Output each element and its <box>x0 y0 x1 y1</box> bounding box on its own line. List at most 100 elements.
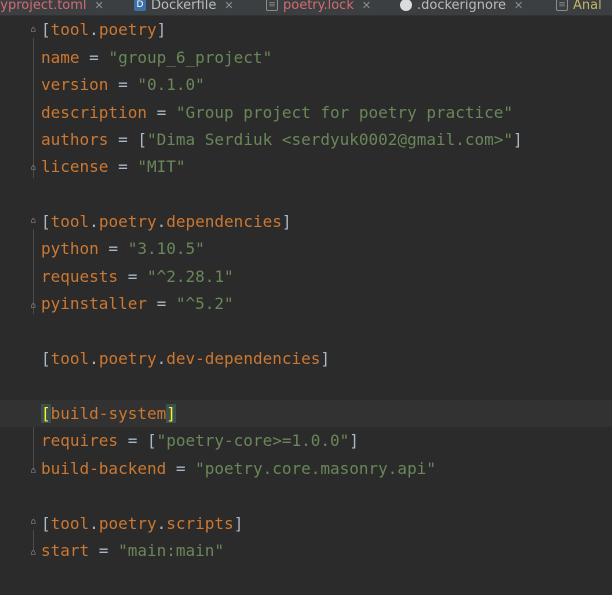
ignore-file-icon <box>400 0 412 11</box>
string-value: "main:main" <box>118 541 225 560</box>
string-value: "^2.28.1" <box>146 267 234 286</box>
table-name-part: tool <box>50 349 90 368</box>
table-name-part: tool <box>50 212 90 231</box>
key: version <box>41 75 109 94</box>
close-icon[interactable]: ✕ <box>514 0 523 12</box>
key: requires <box>41 431 119 450</box>
bracket: [ <box>41 20 51 39</box>
equals: = <box>146 103 176 122</box>
dot: . <box>156 514 167 533</box>
equals: = <box>118 431 147 450</box>
code-line-version[interactable]: version = "0.1.0" <box>41 71 205 98</box>
python-file-icon: ≡ <box>556 0 568 11</box>
equals: = <box>118 267 147 286</box>
bracket: [ <box>41 212 51 231</box>
string-value: "3.10.5" <box>127 239 205 258</box>
code-line-name[interactable]: name = "group_6_project" <box>41 44 272 71</box>
bracket: ] <box>320 349 331 368</box>
code-line-description[interactable]: description = "Group project for poetry … <box>41 99 513 126</box>
matched-bracket: ] <box>166 404 176 423</box>
tab-label: Anal <box>573 0 602 13</box>
bracket: ] <box>156 20 167 39</box>
equals: = <box>79 48 109 67</box>
key: authors <box>41 130 109 149</box>
table-name-part: build-system <box>50 404 167 423</box>
bracket: ] <box>233 514 244 533</box>
code-line-start[interactable]: start = "main:main" <box>41 537 224 564</box>
code-editor[interactable]: [tool.poetry] name = "group_6_project" v… <box>0 16 612 595</box>
dot: . <box>89 514 99 533</box>
string-value: "^5.2" <box>175 294 234 313</box>
tab-poetry-lock[interactable]: ≡ poetry.lock ✕ <box>266 0 371 15</box>
code-line-dependencies-header[interactable]: [tool.poetry.dependencies] <box>41 208 291 235</box>
docker-file-icon: D <box>134 0 146 11</box>
code-line-license[interactable]: license = "MIT" <box>41 153 186 180</box>
string-value: "poetry-core>=1.0.0" <box>156 431 350 450</box>
matched-bracket: [ <box>41 404 51 423</box>
dot: . <box>89 212 99 231</box>
close-icon[interactable]: ✕ <box>95 0 104 12</box>
bracket: ] <box>513 130 523 149</box>
dot: . <box>89 349 99 368</box>
dot: . <box>156 349 167 368</box>
code-line-tool-poetry-header[interactable]: [tool.poetry] <box>41 16 166 43</box>
code-line-pyinstaller[interactable]: pyinstaller = "^5.2" <box>41 290 234 317</box>
table-name-part: scripts <box>166 514 234 533</box>
tab-anal[interactable]: ≡ Anal <box>556 0 602 15</box>
close-icon[interactable]: ✕ <box>224 0 233 12</box>
bracket: [ <box>41 514 51 533</box>
code-line-dev-dependencies-header[interactable]: [tool.poetry.dev-dependencies] <box>41 345 330 372</box>
table-name-part: poetry <box>98 349 157 368</box>
key: start <box>41 541 90 560</box>
table-name-part: poetry <box>98 212 157 231</box>
equals: = <box>98 239 128 258</box>
code-line-build-backend[interactable]: build-backend = "poetry.core.masonry.api… <box>41 455 436 482</box>
string-value: "Dima Serdiuk <serdyuk0002@gmail.com>" <box>146 130 514 149</box>
editor-tab-bar: pyproject.toml ✕ D Dockerfile ✕ ≡ poetry… <box>0 0 612 16</box>
code-line-requests[interactable]: requests = "^2.28.1" <box>41 263 234 290</box>
key: python <box>41 239 99 258</box>
key: description <box>41 103 147 122</box>
table-name-part: dev-dependencies <box>166 349 321 368</box>
tab-pyproject-toml[interactable]: pyproject.toml ✕ <box>0 0 104 15</box>
string-value: "0.1.0" <box>137 75 205 94</box>
equals: = <box>146 294 176 313</box>
string-value: "MIT" <box>137 157 186 176</box>
bracket: [ <box>41 349 51 368</box>
table-name-part: tool <box>50 20 90 39</box>
code-line-scripts-header[interactable]: [tool.poetry.scripts] <box>41 510 243 537</box>
code-line-requires[interactable]: requires = ["poetry-core>=1.0.0"] <box>41 427 359 454</box>
dot: . <box>89 20 99 39</box>
bracket: ] <box>281 212 292 231</box>
code-line-python[interactable]: python = "3.10.5" <box>41 235 205 262</box>
key: requests <box>41 267 119 286</box>
bracket: ] <box>349 431 359 450</box>
table-name-part: tool <box>50 514 90 533</box>
table-name-part: poetry <box>98 20 157 39</box>
close-icon[interactable]: ✕ <box>362 0 371 12</box>
dot: . <box>156 212 167 231</box>
tab-label: Dockerfile <box>151 0 217 13</box>
code-line-build-system-header[interactable]: [build-system] <box>41 400 176 427</box>
tab-label: .dockerignore <box>417 0 507 13</box>
equals: = <box>108 130 138 149</box>
bracket: [ <box>146 431 157 450</box>
string-value: "group_6_project" <box>108 48 273 67</box>
code-line-authors[interactable]: authors = ["Dima Serdiuk <serdyuk0002@gm… <box>41 126 523 153</box>
tab-label: poetry.lock <box>283 0 354 13</box>
equals: = <box>108 157 138 176</box>
key: build-backend <box>41 459 167 478</box>
table-name-part: poetry <box>98 514 157 533</box>
lock-file-icon: ≡ <box>266 0 278 11</box>
tab-label: pyproject.toml <box>0 0 87 13</box>
equals: = <box>108 75 138 94</box>
key: license <box>41 157 109 176</box>
equals: = <box>166 459 196 478</box>
string-value: "Group project for poetry practice" <box>175 103 514 122</box>
bracket: [ <box>137 130 147 149</box>
tab-dockerfile[interactable]: D Dockerfile ✕ <box>134 0 234 15</box>
key: pyinstaller <box>41 294 147 313</box>
tab-dockerignore[interactable]: .dockerignore ✕ <box>400 0 523 15</box>
string-value: "poetry.core.masonry.api" <box>195 459 436 478</box>
table-name-part: dependencies <box>166 212 282 231</box>
